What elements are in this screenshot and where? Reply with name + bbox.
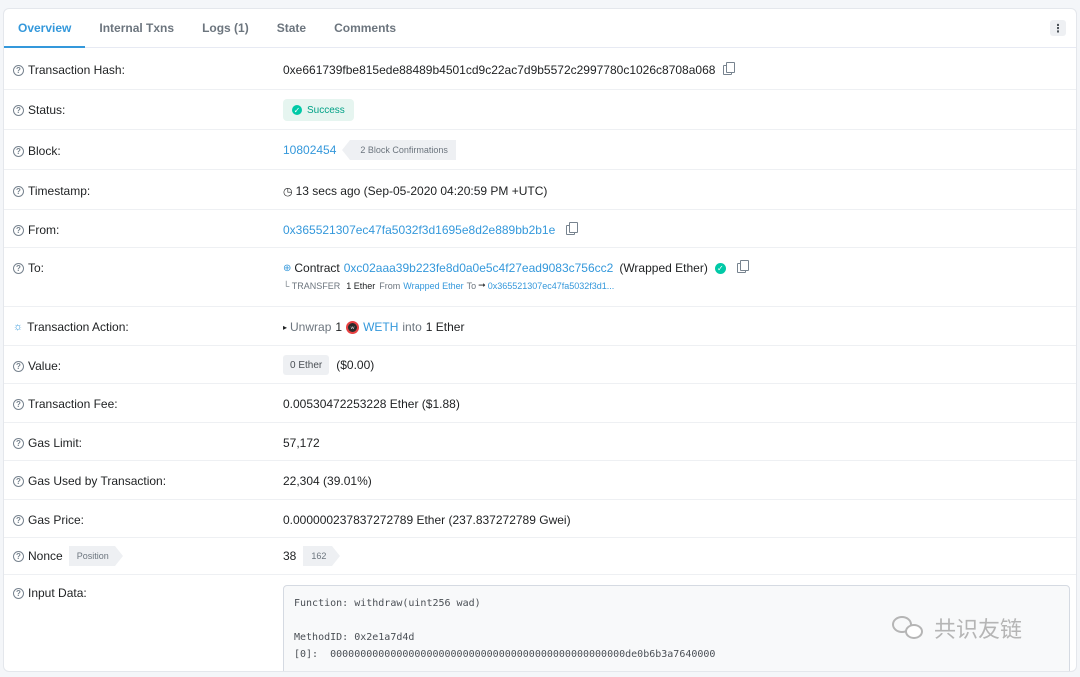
help-icon[interactable]: ? bbox=[13, 185, 24, 197]
transfer-from-word: From bbox=[379, 280, 401, 291]
contract-address-link[interactable]: 0xc02aaa39b223fe8d0a0e5c4f27ead9083c756c… bbox=[344, 261, 614, 275]
lightbulb-icon: ☼ bbox=[13, 321, 24, 333]
tab-logs[interactable]: Logs (1) bbox=[188, 9, 263, 47]
tab-comments[interactable]: Comments bbox=[320, 9, 410, 47]
caret-right-icon: ▸ bbox=[283, 322, 288, 332]
action-into: into bbox=[402, 320, 422, 334]
watermark-text: 共识友链 bbox=[934, 617, 1023, 642]
transaction-details-card: Overview Internal Txns Logs (1) State Co… bbox=[3, 8, 1077, 672]
value-label: Value: bbox=[28, 359, 62, 373]
action-row: ☼ Transaction Action: ▸ Unwrap 1 W WETH i… bbox=[4, 307, 1076, 346]
status-label: Status: bbox=[28, 103, 66, 117]
gas-limit-value: 57,172 bbox=[283, 436, 320, 450]
position-badge: 162 bbox=[303, 546, 341, 566]
verified-check-icon: ✓ bbox=[714, 262, 726, 274]
help-icon[interactable]: ? bbox=[13, 104, 24, 116]
help-icon[interactable]: ? bbox=[13, 475, 24, 487]
clock-icon: ◷ bbox=[283, 185, 293, 198]
block-label: Block: bbox=[28, 144, 61, 158]
gas-limit-row: ? Gas Limit: 57,172 bbox=[4, 423, 1076, 461]
input-label: Input Data: bbox=[28, 586, 87, 600]
value-badge: 0 Ether bbox=[283, 355, 330, 375]
copy-icon[interactable] bbox=[723, 62, 736, 75]
tab-internal-txns[interactable]: Internal Txns bbox=[85, 9, 188, 47]
help-icon[interactable]: ? bbox=[13, 64, 24, 76]
action-result: 1 Ether bbox=[425, 320, 465, 334]
action-verb: Unwrap bbox=[290, 320, 332, 334]
fee-label: Transaction Fee: bbox=[28, 397, 118, 411]
weth-token-icon: W bbox=[346, 320, 360, 334]
from-address-link[interactable]: 0x365521307ec47fa5032f3d1695e8d2e889bb2b… bbox=[283, 223, 555, 237]
timestamp-row: ? Timestamp: ◷ 13 secs ago (Sep-05-2020 0… bbox=[4, 170, 1076, 210]
gas-used-label: Gas Used by Transaction: bbox=[28, 474, 167, 488]
input-data-label-group: ? Input Data: bbox=[13, 586, 87, 600]
help-icon[interactable]: ? bbox=[13, 224, 24, 236]
gas-price-value: 0.000000237837272789 Ether (237.83727278… bbox=[283, 513, 571, 527]
check-circle-icon: ✓ bbox=[292, 105, 302, 115]
gas-used-value: 22,304 (39.01%) bbox=[283, 474, 372, 488]
gas-limit-label: Gas Limit: bbox=[28, 436, 83, 450]
help-icon[interactable]: ? bbox=[13, 145, 24, 157]
tab-state[interactable]: State bbox=[263, 9, 320, 47]
block-number-link[interactable]: 10802454 bbox=[283, 143, 336, 157]
copy-icon[interactable] bbox=[736, 260, 749, 273]
position-tag: Position bbox=[68, 546, 123, 566]
status-badge: ✓ Success bbox=[283, 99, 354, 121]
tab-bar: Overview Internal Txns Logs (1) State Co… bbox=[4, 9, 1076, 48]
nonce-row: ? Nonce Position 38 162 bbox=[4, 538, 1076, 575]
transfer-to-word: To bbox=[466, 280, 477, 291]
wechat-icon bbox=[890, 614, 928, 642]
arrow-right-icon: ➞ bbox=[478, 280, 486, 290]
help-icon[interactable]: ? bbox=[13, 514, 24, 526]
contract-search-icon: ⊕ bbox=[283, 262, 292, 274]
contract-prefix: Contract bbox=[294, 261, 340, 275]
fee-value: 0.00530472253228 Ether ($1.88) bbox=[283, 397, 460, 411]
to-label: To: bbox=[28, 261, 45, 275]
timestamp-value: 13 secs ago (Sep-05-2020 04:20:59 PM +UT… bbox=[295, 184, 548, 198]
gas-price-row: ? Gas Price: 0.000000237837272789 Ether (… bbox=[4, 500, 1076, 538]
watermark: 共识友链 bbox=[890, 612, 1022, 644]
tab-overview[interactable]: Overview bbox=[4, 9, 86, 48]
status-value: Success bbox=[307, 104, 345, 116]
to-row: ? To: ⊕ Contract 0xc02aaa39b223fe8d0a0e5c… bbox=[4, 248, 1076, 307]
help-icon[interactable]: ? bbox=[13, 550, 24, 562]
nonce-label: Nonce bbox=[28, 549, 63, 563]
value-usd: ($0.00) bbox=[336, 358, 375, 372]
action-amount: 1 bbox=[335, 320, 343, 334]
action-label: Transaction Action: bbox=[27, 320, 129, 334]
transaction-hash: 0xe661739fbe815ede88489b4501cd9c22ac7d9b… bbox=[283, 63, 716, 77]
transfer-to-link[interactable]: 0x365521307ec47fa5032f3d1... bbox=[488, 281, 615, 291]
block-row: ? Block: 10802454 2 Block Confirmations bbox=[4, 130, 1076, 170]
transfer-amount: 1 Ether bbox=[346, 280, 376, 291]
from-row: ? From: 0x365521307ec47fa5032f3d1695e8d2e… bbox=[4, 210, 1076, 248]
input-line: [0]: 00000000000000000000000000000000000… bbox=[294, 649, 716, 660]
from-label: From: bbox=[28, 223, 60, 237]
help-icon[interactable]: ? bbox=[13, 262, 24, 274]
fee-row: ? Transaction Fee: 0.00530472253228 Ether… bbox=[4, 384, 1076, 423]
value-row: ? Value: 0 Ether ($0.00) bbox=[4, 346, 1076, 384]
transfer-from-link[interactable]: Wrapped Ether bbox=[403, 281, 463, 291]
gas-used-row: ? Gas Used by Transaction: 22,304 (39.01%… bbox=[4, 461, 1076, 500]
help-icon[interactable]: ? bbox=[13, 398, 24, 410]
nonce-value: 38 bbox=[283, 549, 297, 563]
help-icon[interactable]: ? bbox=[13, 437, 24, 449]
timestamp-label: Timestamp: bbox=[28, 184, 91, 198]
help-icon[interactable]: ? bbox=[13, 587, 24, 599]
hash-label: Transaction Hash: bbox=[28, 63, 125, 77]
weth-token-link[interactable]: WETH bbox=[363, 320, 398, 334]
help-icon[interactable]: ? bbox=[13, 360, 24, 372]
gas-price-label: Gas Price: bbox=[28, 513, 85, 527]
transfer-prefix: └ TRANSFER bbox=[283, 280, 341, 291]
status-row: ? Status: ✓ Success bbox=[4, 90, 1076, 130]
hash-row: ? Transaction Hash: 0xe661739fbe815ede884… bbox=[4, 49, 1076, 90]
contract-name: (Wrapped Ether) bbox=[619, 261, 708, 275]
copy-icon[interactable] bbox=[566, 222, 579, 235]
block-confirmations-badge: 2 Block Confirmations bbox=[342, 140, 456, 160]
more-options-icon[interactable]: ⋮ bbox=[1050, 20, 1066, 36]
